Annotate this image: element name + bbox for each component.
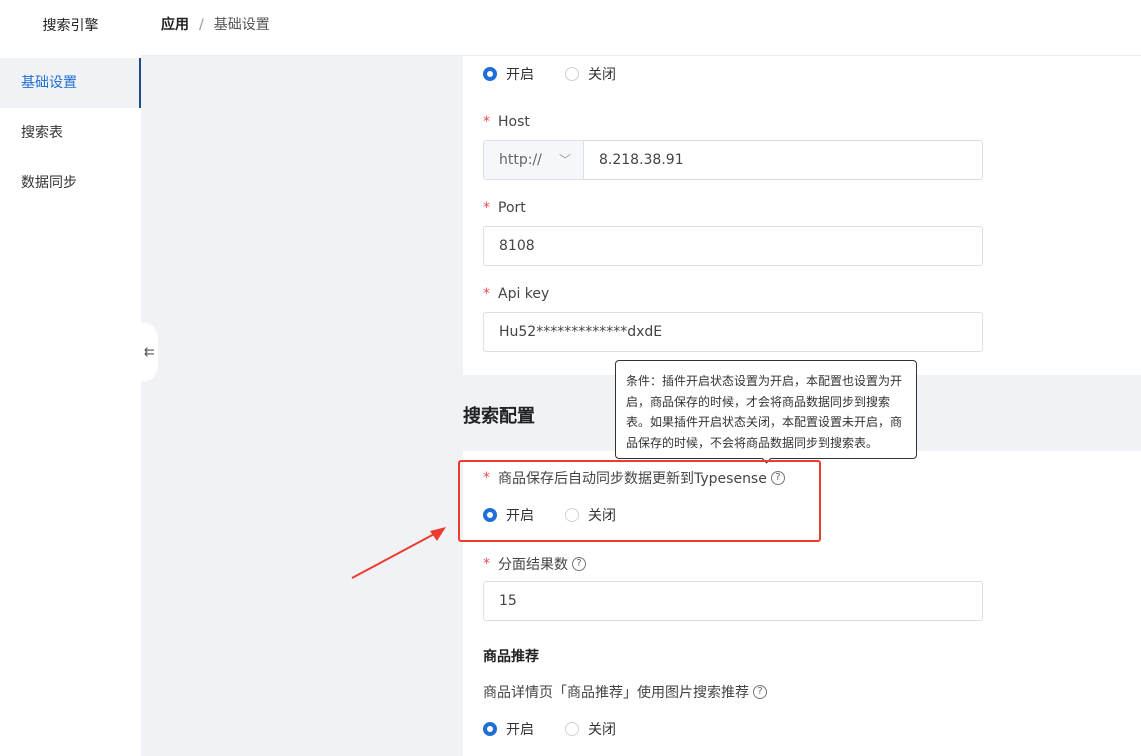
host-input[interactable]: 8.218.38.91 <box>584 141 684 179</box>
breadcrumb-current: 基础设置 <box>213 17 270 33</box>
help-icon[interactable]: ? <box>572 557 586 571</box>
plugin-status-on-radio[interactable]: 开启 <box>483 64 534 84</box>
annotation-highlight-box <box>458 460 821 542</box>
help-icon[interactable]: ? <box>753 685 767 699</box>
required-mark: * <box>483 556 490 572</box>
port-input[interactable]: 8108 <box>483 226 983 266</box>
protocol-select[interactable]: http:// ﹀ <box>484 141 584 179</box>
radio-unchecked-icon <box>565 722 579 736</box>
api-key-input[interactable]: Hu52*************dxdE <box>483 312 983 352</box>
host-label-text: Host <box>498 114 530 130</box>
chevron-down-icon: ﹀ <box>558 153 571 167</box>
product-recommend-heading: 商品推荐 <box>483 649 539 665</box>
required-mark: * <box>483 286 490 302</box>
product-recommend-off-radio[interactable]: 关闭 <box>565 719 616 739</box>
product-recommend-label: 商品详情页「商品推荐」使用图片搜索推荐? <box>483 682 767 702</box>
radio-unchecked-icon <box>565 67 579 81</box>
header: 应用 / 基础设置 <box>141 0 1141 56</box>
collapse-icon: ⇇ <box>144 344 155 360</box>
facet-count-label-text: 分面结果数 <box>498 557 568 573</box>
radio-label: 关闭 <box>588 722 616 738</box>
radio-label: 开启 <box>506 67 534 83</box>
api-key-label-text: Api key <box>498 286 550 302</box>
product-recommend-on-radio[interactable]: 开启 <box>483 719 534 739</box>
radio-checked-icon <box>483 722 497 736</box>
section-heading-search-config: 搜索配置 <box>463 406 535 427</box>
product-recommend-label-text: 商品详情页「商品推荐」使用图片搜索推荐 <box>483 685 749 701</box>
api-key-label: * Api key <box>483 286 549 302</box>
host-input-group: http:// ﹀ 8.218.38.91 <box>483 140 983 180</box>
protocol-value: http:// <box>499 152 542 168</box>
facet-count-label: * 分面结果数? <box>483 554 586 574</box>
radio-checked-icon <box>483 67 497 81</box>
sidebar-item-search-table[interactable]: 搜索表 <box>0 108 141 158</box>
tooltip: 条件：插件开启状态设置为开启，本配置也设置为开启，商品保存的时候，才会将商品数据… <box>615 360 917 459</box>
sidebar-collapse-handle[interactable]: ⇇ <box>141 322 158 382</box>
breadcrumb-app[interactable]: 应用 <box>161 17 189 33</box>
breadcrumb: 应用 / 基础设置 <box>161 0 270 50</box>
port-label-text: Port <box>498 200 526 216</box>
port-label: * Port <box>483 200 526 216</box>
host-label: * Host <box>483 114 530 130</box>
app-title: 搜索引擎 <box>42 18 99 34</box>
sidebar-item-basic-settings[interactable]: 基础设置 <box>0 58 141 108</box>
sidebar: 搜索引擎 基础设置 搜索表 数据同步 <box>0 0 141 756</box>
radio-label: 关闭 <box>588 67 616 83</box>
required-mark: * <box>483 200 490 216</box>
breadcrumb-separator: / <box>199 17 204 33</box>
required-mark: * <box>483 114 490 130</box>
plugin-status-off-radio[interactable]: 关闭 <box>565 64 616 84</box>
radio-label: 开启 <box>506 722 534 738</box>
sidebar-item-data-sync[interactable]: 数据同步 <box>0 158 141 208</box>
facet-count-input[interactable]: 15 <box>483 581 983 621</box>
annotation-arrow-icon <box>351 527 446 579</box>
